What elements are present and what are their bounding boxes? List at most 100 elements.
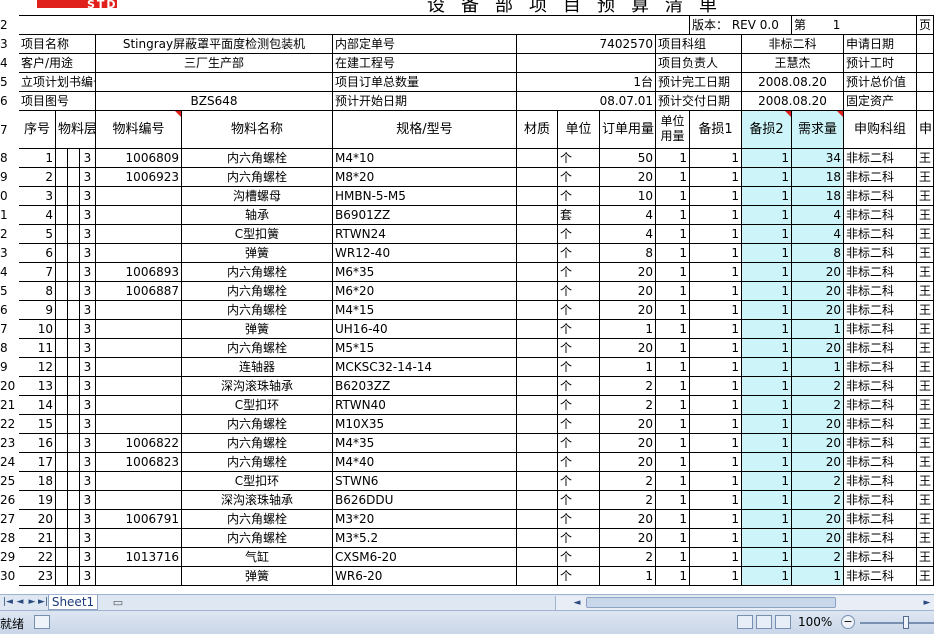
unit-quantity[interactable]: 1 [656,567,690,586]
unit-quantity[interactable]: 1 [656,529,690,548]
material-code[interactable] [96,206,182,225]
order-quantity[interactable]: 4 [600,206,656,225]
level-sub-1[interactable] [56,187,68,206]
material-level[interactable]: 3 [80,529,96,548]
required-quantity[interactable]: 2 [792,396,844,415]
loss-2[interactable]: 1 [742,301,792,320]
level-sub-1[interactable] [56,472,68,491]
material-name[interactable]: 内六角螺栓 [182,510,333,529]
column-header-9[interactable]: 备损1 [690,111,742,149]
unit[interactable]: 个 [558,339,600,358]
material[interactable] [517,301,558,320]
loss-2[interactable]: 1 [742,529,792,548]
info-r4-1[interactable]: 三厂生产部 [96,54,333,73]
column-header-3[interactable]: 物料名称 [182,111,333,149]
page-suffix[interactable]: 页 [917,16,934,35]
level-sub-2[interactable] [68,510,80,529]
level-sub-2[interactable] [68,244,80,263]
item-number[interactable]: 23 [19,567,56,586]
level-sub-1[interactable] [56,491,68,510]
item-number[interactable]: 11 [19,339,56,358]
info-r3-2[interactable]: 内部定单号 [333,35,517,54]
material-code[interactable]: 1006822 [96,434,182,453]
loss-2[interactable]: 1 [742,339,792,358]
unit-quantity[interactable]: 1 [656,244,690,263]
purchaser[interactable]: 王 [917,244,934,263]
level-sub-2[interactable] [68,415,80,434]
purchaser[interactable]: 王 [917,187,934,206]
info-r6-1[interactable]: BZS648 [96,92,333,111]
purchaser[interactable]: 王 [917,472,934,491]
unit-quantity[interactable]: 1 [656,187,690,206]
spec-model[interactable]: M4*10 [333,149,517,168]
info-r6-extra[interactable] [917,92,934,111]
info-r4-2[interactable]: 在建工程号 [333,54,517,73]
required-quantity[interactable]: 4 [792,206,844,225]
material-name[interactable]: 气缸 [182,548,333,567]
material-level[interactable]: 3 [80,510,96,529]
unit[interactable]: 套 [558,206,600,225]
loss-2[interactable]: 1 [742,396,792,415]
material-code[interactable] [96,225,182,244]
item-number[interactable]: 1 [19,149,56,168]
info-r6-0[interactable]: 项目图号 [19,92,96,111]
spec-model[interactable]: M3*5.2 [333,529,517,548]
zoom-slider-thumb[interactable] [903,616,909,629]
material-name[interactable]: 内六角螺栓 [182,263,333,282]
spec-model[interactable]: WR6-20 [333,567,517,586]
material-level[interactable]: 3 [80,206,96,225]
purchase-dept[interactable]: 非标二科 [844,358,917,377]
material[interactable] [517,206,558,225]
material-name[interactable]: 沟槽螺母 [182,187,333,206]
loss-1[interactable]: 1 [690,396,742,415]
material-level[interactable]: 3 [80,149,96,168]
required-quantity[interactable]: 20 [792,263,844,282]
item-number[interactable]: 22 [19,548,56,567]
level-sub-1[interactable] [56,377,68,396]
purchaser[interactable]: 王 [917,529,934,548]
material-level[interactable]: 3 [80,301,96,320]
purchase-dept[interactable]: 非标二科 [844,168,917,187]
required-quantity[interactable]: 1 [792,567,844,586]
level-sub-2[interactable] [68,491,80,510]
level-sub-1[interactable] [56,282,68,301]
material-name[interactable]: C型扣环 [182,472,333,491]
order-quantity[interactable]: 20 [600,168,656,187]
order-quantity[interactable]: 2 [600,472,656,491]
level-sub-1[interactable] [56,567,68,586]
material-level[interactable]: 3 [80,282,96,301]
unit-quantity[interactable]: 1 [656,225,690,244]
order-quantity[interactable]: 1 [600,358,656,377]
level-sub-1[interactable] [56,510,68,529]
material-code[interactable] [96,472,182,491]
level-sub-1[interactable] [56,434,68,453]
loss-1[interactable]: 1 [690,472,742,491]
unit[interactable]: 个 [558,529,600,548]
material-code[interactable] [96,301,182,320]
info-r5-1[interactable] [96,73,333,92]
info-r4-0[interactable]: 客户/用途 [19,54,96,73]
level-sub-2[interactable] [68,263,80,282]
order-quantity[interactable]: 20 [600,510,656,529]
required-quantity[interactable]: 2 [792,377,844,396]
order-quantity[interactable]: 20 [600,434,656,453]
spec-model[interactable]: M5*15 [333,339,517,358]
spec-model[interactable]: M6*35 [333,263,517,282]
loss-2[interactable]: 1 [742,491,792,510]
unit[interactable]: 个 [558,168,600,187]
level-sub-1[interactable] [56,396,68,415]
column-header-13[interactable]: 申 [917,111,934,149]
material-name[interactable]: 内六角螺栓 [182,529,333,548]
unit-quantity[interactable]: 1 [656,453,690,472]
loss-2[interactable]: 1 [742,453,792,472]
required-quantity[interactable]: 1 [792,358,844,377]
info-r3-5[interactable]: 非标二科 [742,35,844,54]
item-number[interactable]: 4 [19,206,56,225]
material[interactable] [517,377,558,396]
purchaser[interactable]: 王 [917,168,934,187]
item-number[interactable]: 20 [19,510,56,529]
loss-1[interactable]: 1 [690,491,742,510]
loss-2[interactable]: 1 [742,187,792,206]
purchase-dept[interactable]: 非标二科 [844,301,917,320]
material[interactable] [517,529,558,548]
